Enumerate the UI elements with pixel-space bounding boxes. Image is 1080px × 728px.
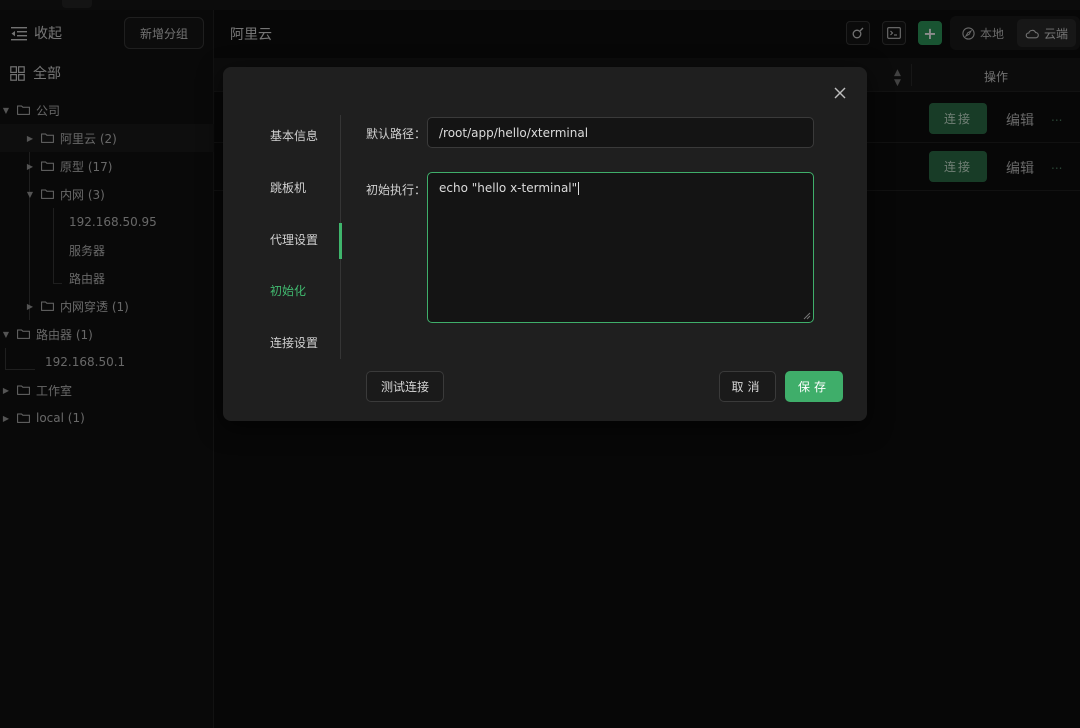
text-cursor	[578, 182, 580, 195]
cancel-button[interactable]: 取消	[719, 371, 776, 402]
default-path-label: 默认路径：	[366, 127, 427, 141]
test-connection-button[interactable]: 测试连接	[366, 371, 444, 402]
tab-connection[interactable]: 连接设置	[270, 334, 318, 351]
tab-init[interactable]: 初始化	[270, 282, 306, 299]
resize-grip-icon[interactable]	[803, 312, 811, 320]
init-exec-text: echo "hello x-terminal"	[439, 181, 578, 195]
init-exec-textarea[interactable]: echo "hello x-terminal"	[427, 172, 814, 323]
init-exec-label: 初始执行：	[366, 183, 427, 197]
app-window: 收起 新增分组 全部 ▼ 公司 ▶ 阿里云 (2) ▶ 原型 (17) ▼ 内网…	[0, 0, 1080, 728]
dialog-tabs: 基本信息 跳板机 代理设置 初始化 连接设置	[223, 115, 341, 359]
tab-jump-host[interactable]: 跳板机	[270, 179, 306, 196]
save-button[interactable]: 保存	[785, 371, 843, 402]
settings-dialog: 基本信息 跳板机 代理设置 初始化 连接设置 默认路径： /root/app/h…	[223, 67, 867, 421]
tab-basic-info[interactable]: 基本信息	[270, 127, 318, 144]
default-path-input[interactable]: /root/app/hello/xterminal	[427, 117, 814, 148]
active-tab-indicator	[339, 223, 342, 259]
close-icon[interactable]	[832, 85, 848, 101]
tab-proxy[interactable]: 代理设置	[270, 231, 318, 248]
